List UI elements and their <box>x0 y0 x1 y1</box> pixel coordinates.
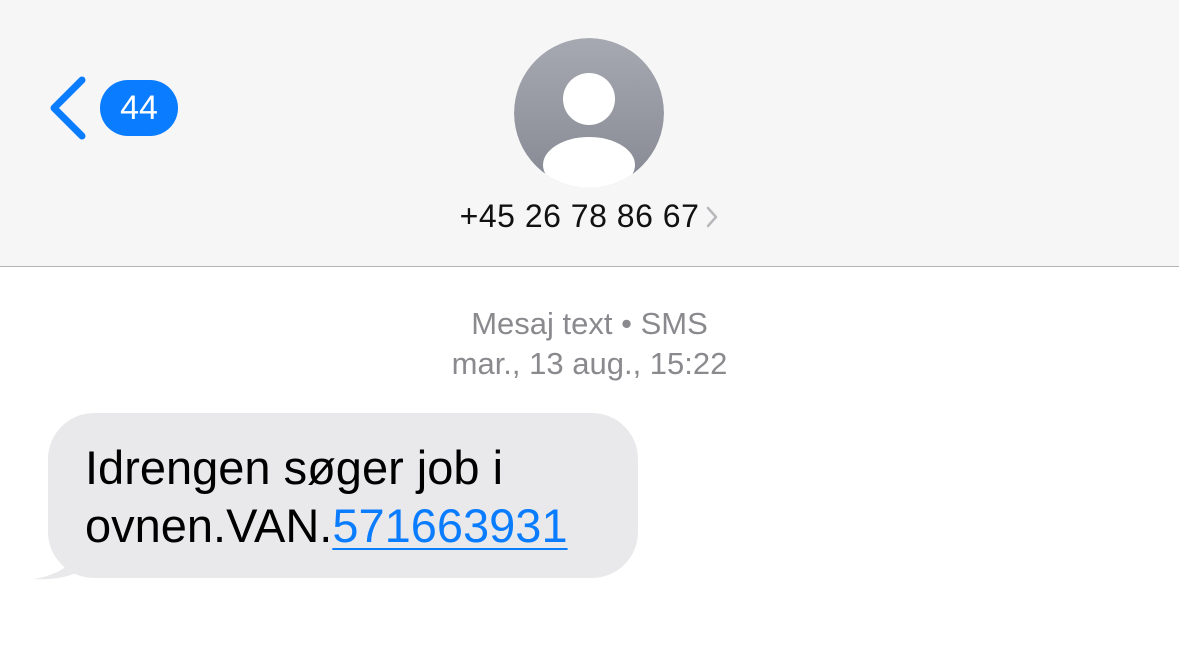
chevron-left-icon <box>50 76 86 140</box>
contact-avatar[interactable] <box>514 38 664 188</box>
conversation-header: 44 +45 26 78 86 67 <box>0 0 1179 267</box>
back-button[interactable]: 44 <box>44 74 178 142</box>
message-line-2: ovnen.VAN.571663931 <box>85 497 608 555</box>
contact-details-button[interactable]: +45 26 78 86 67 <box>0 198 1179 235</box>
person-placeholder-icon <box>514 38 664 188</box>
chevron-right-icon <box>707 206 718 227</box>
messages-conversation-screen: 44 +45 26 78 86 67 Mesaj text • SMS mar.… <box>0 0 1179 670</box>
message-line-1: Idrengen søger job i <box>85 441 504 494</box>
unread-count-badge: 44 <box>100 80 178 136</box>
incoming-message-bubble[interactable]: Idrengen søger job i ovnen.VAN.571663931 <box>48 413 638 578</box>
message-bubble-container: Idrengen søger job i ovnen.VAN.571663931 <box>30 413 640 581</box>
message-type-label: Mesaj text • SMS <box>471 306 708 341</box>
message-timestamp: mar., 13 aug., 15:22 <box>451 346 728 381</box>
message-text: ovnen.VAN. <box>85 499 333 552</box>
message-link[interactable]: 571663931 <box>332 499 567 552</box>
contact-name: +45 26 78 86 67 <box>459 198 700 234</box>
